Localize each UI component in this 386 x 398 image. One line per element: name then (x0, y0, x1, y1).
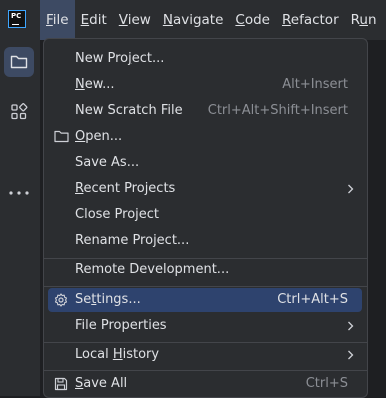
more-tools-icon[interactable] (8, 182, 30, 204)
menu-item-settings[interactable]: Settings... Ctrl+Alt+S (48, 288, 362, 312)
submenu-arrow-icon (348, 321, 354, 331)
menu-item-rename-project[interactable]: Rename Project... (48, 229, 362, 253)
shortcut-save-all: Ctrl+S (305, 376, 348, 391)
menu-bar: File Edit View Navigate Code Refactor Ru… (40, 0, 386, 40)
menu-item-save-all[interactable]: Save All Ctrl+S (48, 372, 362, 396)
gear-icon (54, 293, 68, 307)
save-icon (54, 377, 68, 391)
menu-separator (44, 286, 367, 287)
title-bar: PC File Edit View Navigate Code Refactor… (0, 0, 386, 40)
menu-item-new-scratch-file[interactable]: New Scratch File Ctrl+Alt+Shift+Insert (48, 99, 362, 123)
menu-file[interactable]: File (40, 0, 75, 40)
submenu-arrow-icon (348, 184, 354, 194)
menu-separator (44, 370, 367, 371)
file-menu-popup: New Project... New... Alt+Insert New Scr… (43, 38, 368, 398)
pycharm-logo-icon[interactable]: PC (8, 10, 26, 28)
folder-icon (10, 55, 28, 69)
menu-tools-truncated[interactable]: T (383, 0, 386, 40)
menu-item-local-history[interactable]: Local History (48, 343, 362, 367)
open-folder-icon (54, 130, 69, 143)
menu-refactor[interactable]: Refactor (276, 0, 345, 40)
menu-item-save-as[interactable]: Save As... (48, 151, 362, 175)
menu-item-close-project[interactable]: Close Project (48, 203, 362, 227)
submenu-arrow-icon (348, 350, 354, 360)
structure-icon (11, 103, 28, 120)
menu-item-new[interactable]: New... Alt+Insert (48, 73, 362, 97)
menu-item-remote-development[interactable]: Remote Development... (48, 258, 362, 282)
shortcut-new: Alt+Insert (282, 77, 348, 92)
menu-item-open[interactable]: Open... (48, 125, 362, 149)
menu-view[interactable]: View (113, 0, 157, 40)
shortcut-new-scratch: Ctrl+Alt+Shift+Insert (207, 103, 348, 118)
tool-window-sidebar (0, 40, 40, 396)
project-tool-button[interactable] (4, 47, 34, 77)
logo-text: PC (11, 12, 22, 20)
menu-run[interactable]: Run (345, 0, 383, 40)
shortcut-settings: Ctrl+Alt+S (277, 292, 348, 307)
structure-tool-button[interactable] (4, 97, 34, 127)
menu-item-new-project[interactable]: New Project... (48, 47, 362, 71)
menu-navigate[interactable]: Navigate (157, 0, 230, 40)
menu-code[interactable]: Code (229, 0, 276, 40)
menu-item-file-properties[interactable]: File Properties (48, 314, 362, 338)
menu-edit[interactable]: Edit (75, 0, 113, 40)
menu-item-recent-projects[interactable]: Recent Projects (48, 177, 362, 201)
